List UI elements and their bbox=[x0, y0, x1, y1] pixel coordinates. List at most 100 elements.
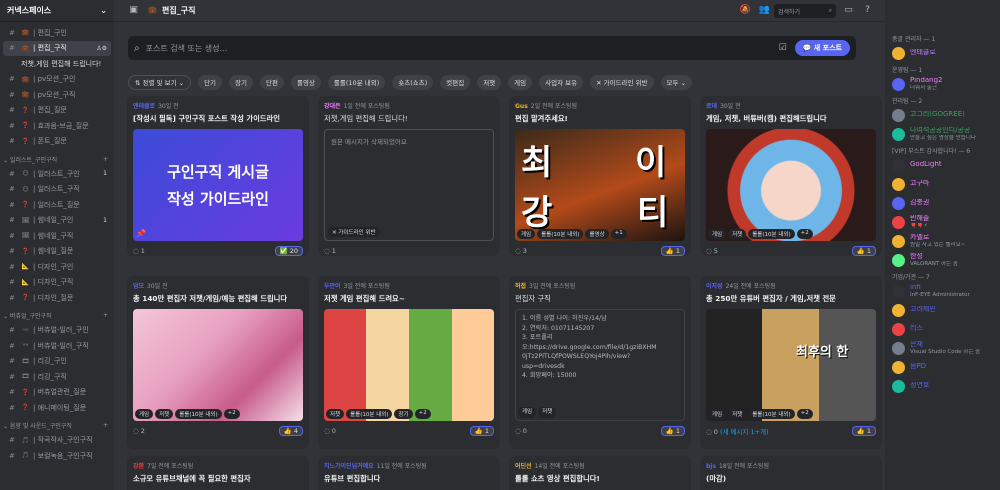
channel-item[interactable]: # 🎞 | 리깅_구인 bbox=[3, 354, 111, 370]
checkbox-icon[interactable]: ☑ bbox=[779, 43, 787, 53]
forum-search-box[interactable]: ⌕ 포스트 검색 또는 생성... ☑ 💬 새 포스트 bbox=[128, 36, 856, 60]
member-item[interactable]: 고구마 bbox=[885, 176, 1000, 192]
post-card[interactable]: 어딘선 14일 전에 포스팅됨 롤롤 쇼츠 영상 편집합니다! bbox=[509, 456, 691, 490]
channel-item[interactable]: # 💼 | 편집_구인 bbox=[3, 25, 111, 41]
member-item[interactable]: 카멜로 뭔일 사고 있는 빨리요~ bbox=[885, 233, 1000, 249]
channel-item[interactable]: # ❓ | 효과음-브금_질문 bbox=[3, 118, 111, 134]
filter-tag[interactable]: 롤영상 bbox=[290, 74, 321, 90]
channel-item[interactable]: # ❓ | 편집_질문 bbox=[3, 103, 111, 119]
post-author[interactable]: 두만이 bbox=[324, 283, 341, 290]
post-card[interactable]: 덩모 30일 전총 140만 편집자 저챗/게임/예능 편집해 드립니다 게임 저챗 롤… bbox=[127, 276, 309, 449]
post-author[interactable]: 치느가이딘넘거예요 bbox=[324, 463, 374, 470]
all-tags-button[interactable]: 모두 ⌄ bbox=[660, 74, 693, 90]
filter-tag[interactable]: 사업자 보유 bbox=[539, 74, 584, 90]
channel-item[interactable]: # ❓ | 폰트_질문 bbox=[3, 134, 111, 150]
post-card[interactable]: 두만이 3일 전에 포스팅됨 저챗 게임 편집해 드려요~ 저챗 롤롤(10분 내외) 장… bbox=[318, 276, 500, 449]
search-input[interactable]: 검색하기 ⌕ bbox=[774, 3, 836, 18]
member-list-icon[interactable]: 👥 bbox=[758, 4, 771, 17]
channel-item[interactable]: # 🎞 | 리깅_구직 bbox=[3, 369, 111, 385]
channel-item[interactable]: # 💼 | 편집_구직 ♙ ⚙ bbox=[3, 40, 111, 56]
member-item[interactable]: GodLight bbox=[885, 157, 1000, 173]
filter-tag[interactable]: 컷편집 bbox=[440, 74, 471, 90]
member-item[interactable]: 빈해솔 🎈🎈⚡ bbox=[885, 214, 1000, 230]
channel-item[interactable]: # ❓ | 애니메이팅_질문 bbox=[3, 400, 111, 416]
reaction-button[interactable]: 👍 1 bbox=[851, 245, 876, 256]
post-card[interactable]: 허접 3일 전에 포스팅됨 편집자 구직 1. 이름 성별 나이: 허진우/14/남 2… bbox=[509, 276, 691, 449]
channel-item[interactable]: # 🖼 | 썸네일_구직 bbox=[3, 228, 111, 244]
channel-item[interactable]: # 😶 | 일러스트_구직 bbox=[3, 182, 111, 198]
post-card[interactable]: 엔테클로 30일 전 [작성시 필독] 구인구직 포스트 작성 가이드라인 구인구직 … bbox=[127, 96, 309, 256]
member-item[interactable]: 김충권 bbox=[885, 195, 1000, 211]
reaction-button[interactable]: 👍 4 bbox=[278, 425, 303, 436]
member-item[interactable]: 한성 VALORANT 하는 중 bbox=[885, 252, 1000, 268]
post-author[interactable]: 로데 bbox=[706, 103, 717, 110]
channel-category[interactable]: ⌄ 음향 및 사운드_구인구직 + bbox=[0, 419, 114, 433]
add-channel-icon[interactable]: + bbox=[103, 312, 108, 319]
channel-item[interactable]: # 💼 | pv모션_구인 bbox=[3, 72, 111, 88]
post-author[interactable]: 강환 bbox=[133, 463, 144, 470]
notification-off-icon[interactable]: 🔕 bbox=[739, 4, 752, 17]
post-card[interactable]: 강대은 1일 전에 포스팅됨 저챗,게임 편집해 드립니다! 원본 메시지가 삭제되었… bbox=[318, 96, 500, 256]
post-author[interactable]: 이지성 bbox=[706, 283, 723, 290]
server-header[interactable]: 커넥스페이스 ⌄ bbox=[0, 0, 114, 22]
filter-tag[interactable]: 숏츠(쇼츠) bbox=[392, 74, 434, 90]
channel-item[interactable]: # ❓ | 디자인_질문 bbox=[3, 290, 111, 306]
post-card[interactable]: 로데 30일 전 게임, 저챗, 버튜버(캠) 편집해드립니다 게임 저챗 롤롤(10분 … bbox=[700, 96, 882, 256]
channel-item[interactable]: # 😶 | 일러스트_구인 1 bbox=[3, 166, 111, 182]
channel-item[interactable]: # 〰 | 버츄얼-일러_구직 bbox=[3, 338, 111, 354]
member-item[interactable]: 고그리(GOGREE) bbox=[885, 107, 1000, 123]
inbox-icon[interactable]: ▭ bbox=[842, 4, 855, 17]
reaction-button[interactable]: 👍 1 bbox=[660, 245, 685, 256]
gear-icon[interactable]: ⚙ bbox=[102, 45, 107, 52]
post-author[interactable]: 강대은 bbox=[324, 103, 341, 110]
post-author[interactable]: 허접 bbox=[515, 283, 526, 290]
help-icon[interactable]: ? bbox=[861, 4, 874, 17]
channel-item[interactable]: # 🎵 | 작곡작사_구인구직 bbox=[3, 433, 111, 449]
post-author[interactable]: Gus bbox=[515, 103, 528, 110]
channel-item[interactable]: # ❓ | 일러스트_질문 bbox=[3, 197, 111, 213]
channel-item[interactable]: # 🎵 | 보컬녹음_구인구직 bbox=[3, 448, 111, 464]
reaction-button[interactable]: 👍 1 bbox=[660, 425, 685, 436]
post-card[interactable]: 강환 7일 전에 포스팅됨 소규모 유튜브채널에 꼭 필요한 편집자 bbox=[127, 456, 309, 490]
reaction-button[interactable]: 👍 1 bbox=[851, 425, 876, 436]
reaction-button[interactable]: ✅ 20 bbox=[274, 245, 303, 256]
channel-item[interactable]: # ❓ | 버츄얼관련_질문 bbox=[3, 385, 111, 401]
new-messages-note[interactable]: (새 메시지 1+개) bbox=[720, 428, 769, 436]
post-card[interactable]: bjs 18일 전에 포스팅됨 (마감) bbox=[700, 456, 882, 490]
member-item[interactable]: 고려제민 bbox=[885, 302, 1000, 318]
channel-item[interactable]: # 🖼 | 썸네일_구인 1 bbox=[3, 213, 111, 229]
sort-view-button[interactable]: ⇅ 정렬 및 보기 ⌄ bbox=[128, 74, 192, 90]
channel-item[interactable]: # 📐 | 디자인_구인 bbox=[3, 259, 111, 275]
member-item[interactable]: 나여석공공인디/공공 만들고 싶은 영상을 만듭니다 bbox=[885, 126, 1000, 142]
filter-tag[interactable]: 게임 bbox=[508, 74, 533, 90]
filter-tag[interactable]: 단편 bbox=[260, 74, 284, 90]
filter-tag[interactable]: 롤롤(10분 내외) bbox=[327, 74, 386, 90]
add-channel-icon[interactable]: + bbox=[103, 156, 108, 163]
member-item[interactable]: 정연호 bbox=[885, 378, 1000, 394]
post-card[interactable]: 이지성 24일 전에 포스팅됨 총 250만 유튜버 편집자 / 게임,저챗 전문 최… bbox=[700, 276, 882, 449]
member-item[interactable]: infi InF-EYE Administrator bbox=[885, 283, 1000, 299]
post-author[interactable]: 덩모 bbox=[133, 283, 144, 290]
channel-item[interactable]: # 〰 | 버츄얼-일러_구인 bbox=[3, 323, 111, 339]
channel-category[interactable]: ⌄ 일러스트_구인구직 + bbox=[0, 152, 114, 166]
post-card[interactable]: Gus 2일 전에 포스팅됨 편집 맡겨주세요! 최 이 강 티 게임 롤롤(10분 내외) 롤영… bbox=[509, 96, 691, 256]
new-post-button[interactable]: 💬 새 포스트 bbox=[794, 40, 850, 56]
channel-item[interactable]: # 💼 | pv모션_구직 bbox=[3, 87, 111, 103]
thread-item[interactable]: 저챗,게임 편집해 드립니다! bbox=[3, 56, 111, 72]
channel-item[interactable]: # 📐 | 디자인_구직 bbox=[3, 275, 111, 291]
post-author[interactable]: 어딘선 bbox=[515, 463, 532, 470]
member-item[interactable]: 은재 Visual Studio Code 하는 중 bbox=[885, 340, 1000, 356]
member-item[interactable]: Pindang2 더워서 출근 bbox=[885, 76, 1000, 92]
chevron-down-icon[interactable]: ⌄ bbox=[100, 6, 107, 15]
member-item[interactable]: 리스 bbox=[885, 321, 1000, 337]
member-item[interactable]: 음PD bbox=[885, 359, 1000, 375]
add-channel-icon[interactable]: + bbox=[103, 422, 108, 429]
filter-tag[interactable]: 단기 bbox=[198, 74, 223, 90]
post-card[interactable]: 치느가이딘넘거예요 11일 전에 포스팅됨 유튜브 편집합니다 bbox=[318, 456, 500, 490]
filter-tag[interactable]: ✕ 가이드라인 위반 bbox=[590, 74, 654, 90]
channel-item[interactable]: # ❓ | 썸네일_질문 bbox=[3, 244, 111, 260]
post-author[interactable]: bjs bbox=[706, 463, 716, 470]
member-item[interactable]: 엔테클로 bbox=[885, 45, 1000, 61]
post-author[interactable]: 엔테클로 bbox=[133, 103, 155, 110]
reaction-button[interactable]: 👍 1 bbox=[469, 425, 494, 436]
